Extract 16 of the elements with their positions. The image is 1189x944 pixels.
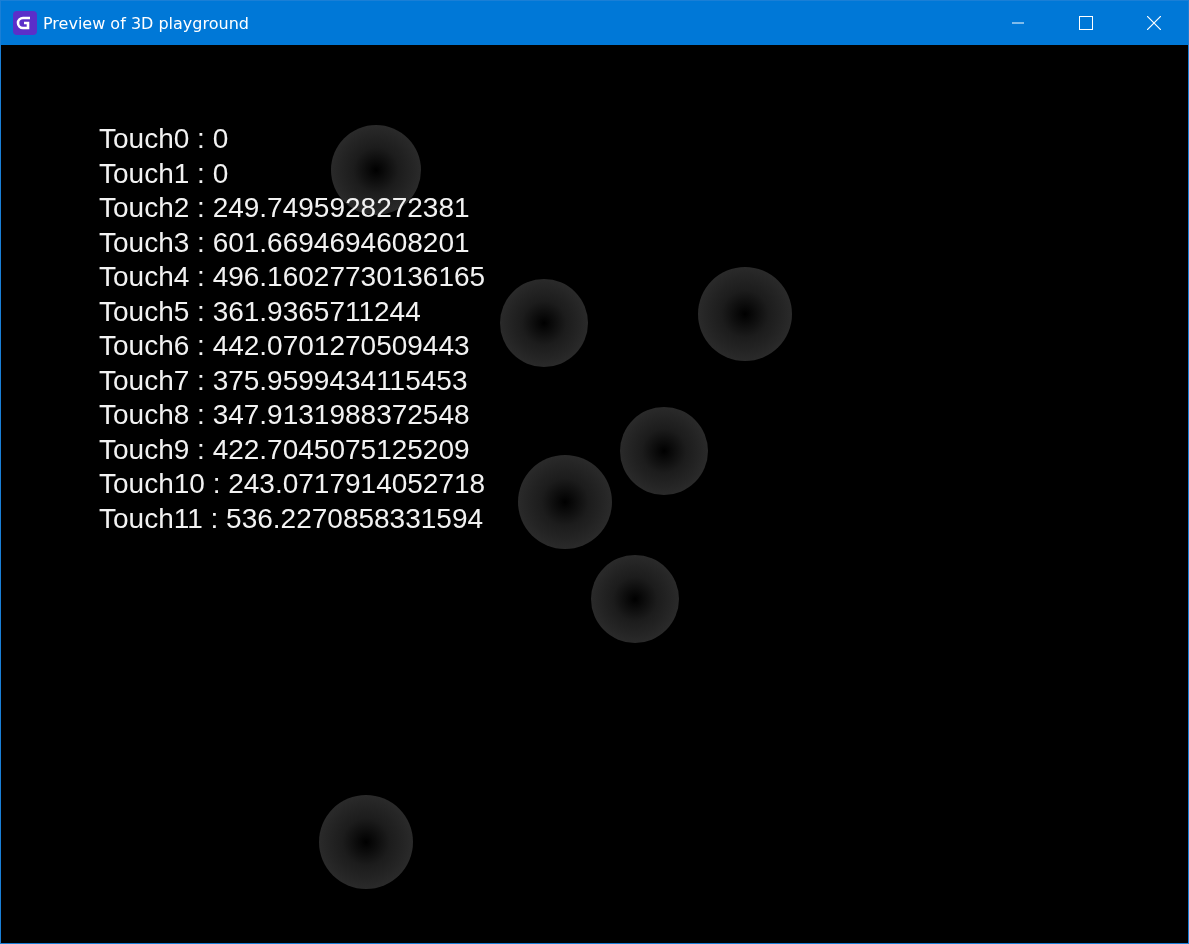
close-icon — [1147, 16, 1161, 30]
touch-reading: Touch0 : 0 — [99, 122, 229, 156]
touch-reading: Touch11 : 536.2270858331594 — [99, 501, 484, 536]
touch-reading: Touch5 : 361.9365711244 — [99, 294, 421, 329]
app-logo-icon — [13, 11, 37, 35]
touch-reading: Touch10 : 243.0717914052718 — [99, 467, 486, 501]
window-title: Preview of 3D playground — [43, 13, 250, 33]
touch-reading: Touch8 : 347.9131988372548 — [99, 398, 470, 432]
touch-reading: Touch1 : 0 — [99, 156, 229, 191]
touch-reading: Touch3 : 601.6694694608201 — [99, 225, 470, 260]
maximize-icon — [1079, 16, 1093, 30]
touch-reading: Touch7 : 375.9599434115453 — [99, 363, 468, 398]
touch-reading: Touch9 : 422.7045075125209 — [99, 432, 470, 467]
touch-reading: Touch4 : 496.16027730136165 — [99, 260, 486, 294]
touch-reading: Touch6 : 442.0701270509443 — [99, 329, 470, 363]
touch-reading: Touch2 : 249.7495928272381 — [99, 191, 470, 225]
